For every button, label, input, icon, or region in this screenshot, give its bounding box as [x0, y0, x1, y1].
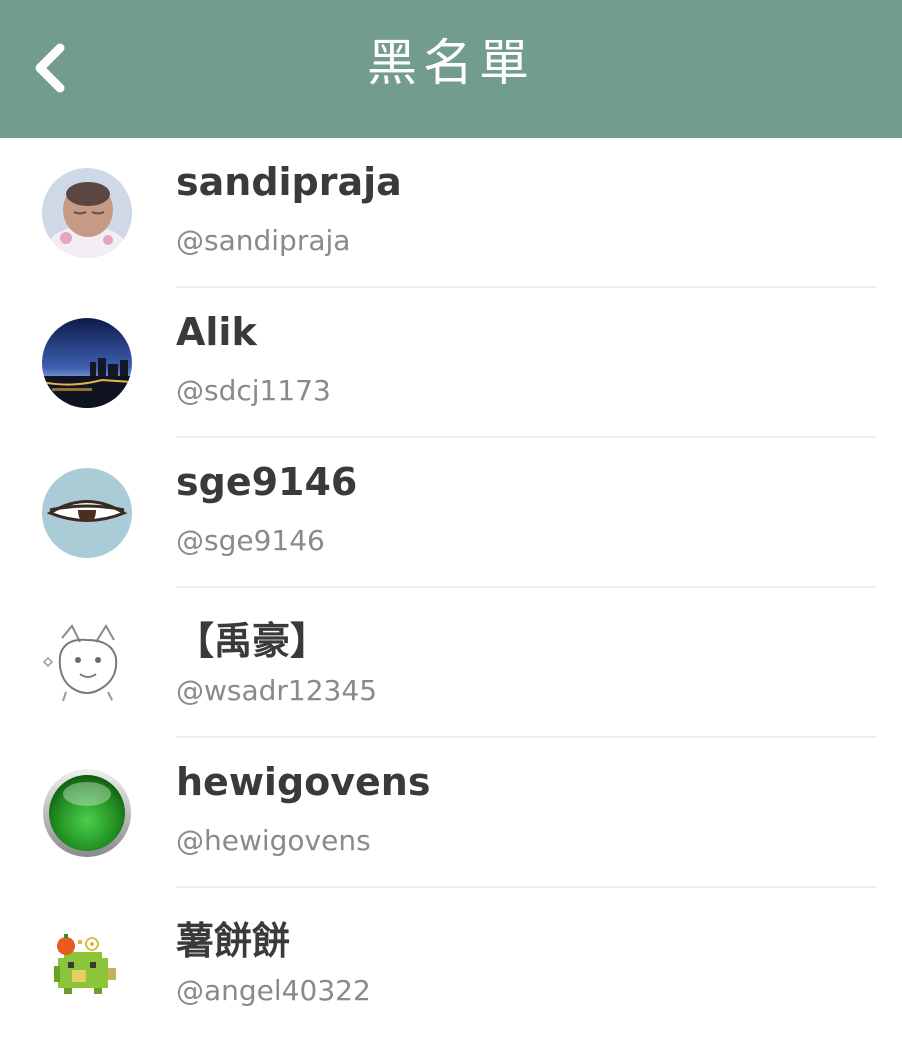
user-name: sge9146: [176, 460, 358, 504]
avatar[interactable]: [42, 468, 132, 558]
avatar[interactable]: [42, 318, 132, 408]
list-item-shubingbing[interactable]: 薯餅餅 @angel40322: [0, 888, 902, 1038]
user-handle: @angel40322: [176, 974, 371, 1007]
user-handle: @wsadr12345: [176, 674, 378, 707]
user-name: hewigovens: [176, 760, 431, 804]
avatar[interactable]: [42, 918, 132, 1008]
avatar[interactable]: [42, 168, 132, 258]
list-item-sandipraja[interactable]: sandipraja @sandipraja: [0, 138, 902, 288]
list-item-yuhao[interactable]: 【禹豪】 @wsadr12345: [0, 588, 902, 738]
user-name: 薯餅餅: [176, 919, 291, 963]
list-item-sge9146[interactable]: sge9146 @sge9146: [0, 438, 902, 588]
page-title: 黑名單: [367, 34, 535, 92]
user-name: sandipraja: [176, 160, 402, 204]
avatar[interactable]: [42, 618, 132, 708]
avatar[interactable]: [42, 768, 132, 858]
list-item-alik[interactable]: Alik @sdcj1173: [0, 288, 902, 438]
user-handle: @sge9146: [176, 524, 325, 557]
user-name: Alik: [176, 310, 257, 354]
app-header: 黑名單: [0, 0, 902, 138]
list-item-hewigovens[interactable]: hewigovens @hewigovens: [0, 738, 902, 888]
user-handle: @hewigovens: [176, 824, 371, 857]
user-name: 【禹豪】: [176, 619, 329, 663]
blocked-users-list: sandipraja @sandipraja Alik @sdcj1173 sg…: [0, 138, 902, 1038]
user-handle: @sandipraja: [176, 224, 351, 257]
user-handle: @sdcj1173: [176, 374, 331, 407]
